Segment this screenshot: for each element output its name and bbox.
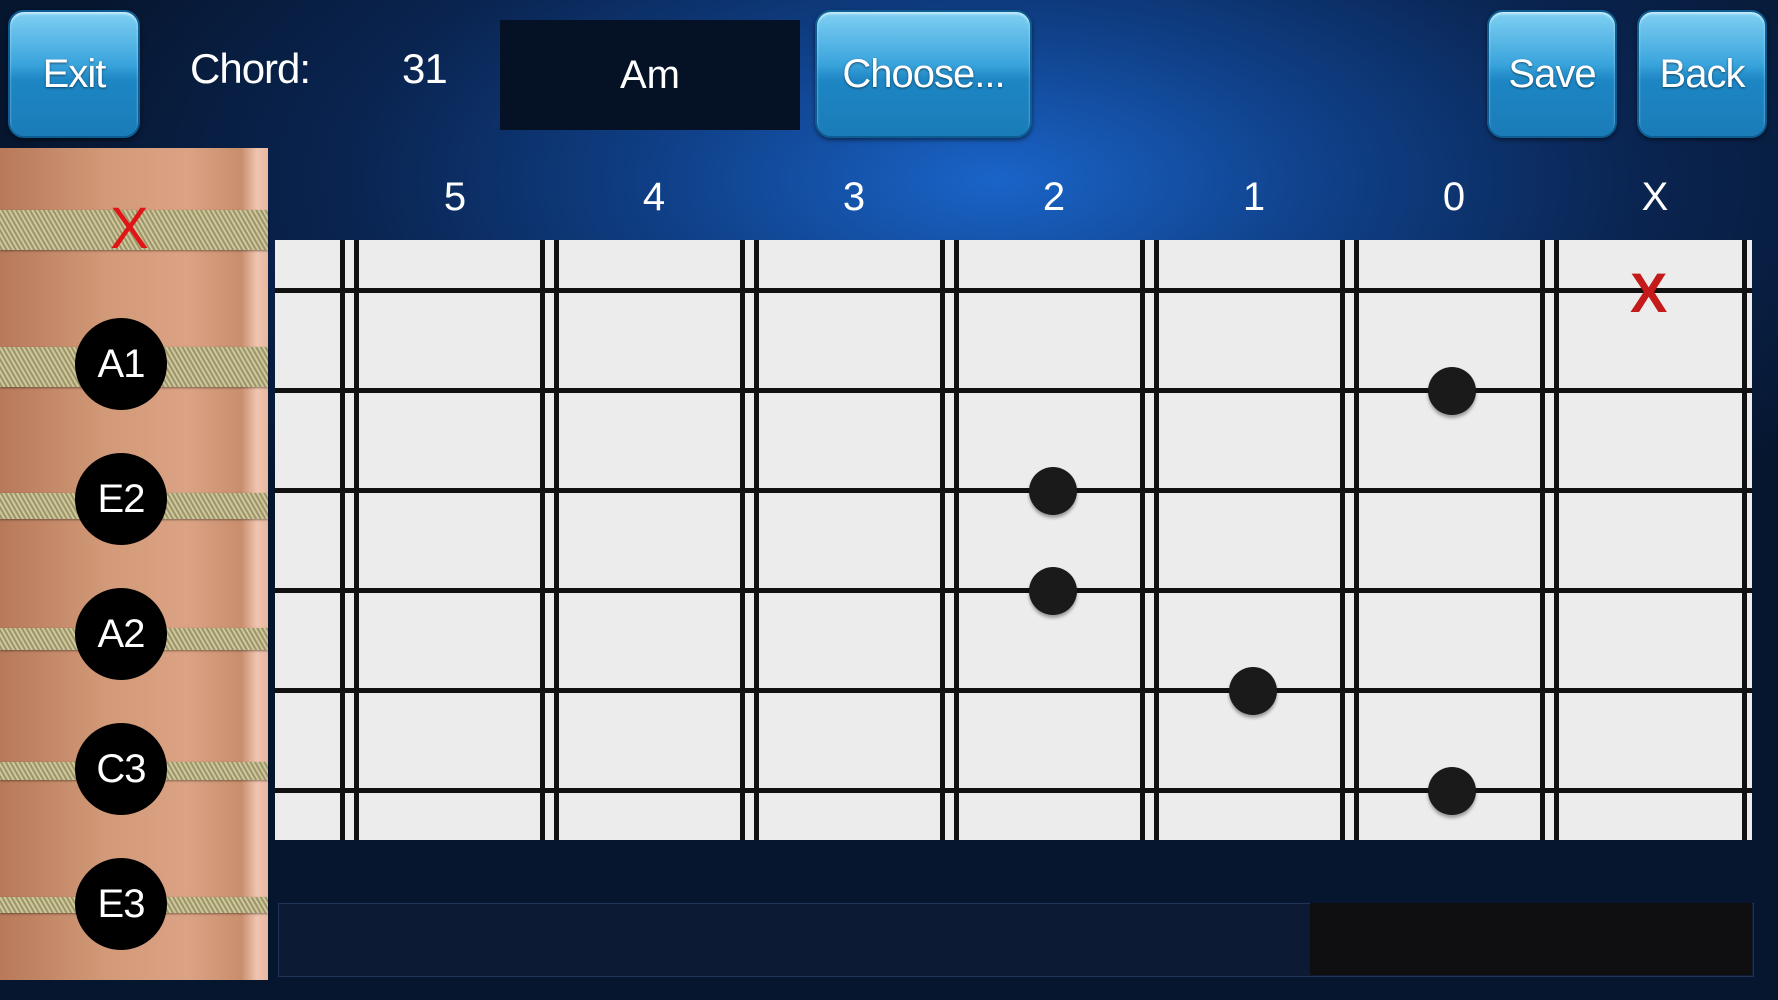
chord-name: Am bbox=[620, 52, 680, 97]
fret-number-5: 5 bbox=[443, 175, 467, 219]
save-button[interactable]: Save bbox=[1487, 10, 1617, 138]
note-e2[interactable]: E2 bbox=[75, 453, 167, 545]
fret-number-0: 0 bbox=[1442, 175, 1466, 219]
chord-name-display: Am bbox=[500, 20, 800, 130]
finger-dot[interactable] bbox=[1029, 567, 1077, 615]
fret-line bbox=[340, 240, 345, 840]
fret-line bbox=[1742, 240, 1747, 840]
board-string-6 bbox=[275, 788, 1752, 793]
finger-dot[interactable] bbox=[1428, 367, 1476, 415]
fret-line bbox=[1554, 240, 1559, 840]
board-string-1 bbox=[275, 288, 1752, 293]
choose-button[interactable]: Choose... bbox=[815, 10, 1032, 138]
note-a2[interactable]: A2 bbox=[75, 588, 167, 680]
note-a1[interactable]: A1 bbox=[75, 318, 167, 410]
board-string-5 bbox=[275, 688, 1752, 693]
chord-label: Chord: bbox=[190, 45, 311, 92]
fret-line bbox=[1154, 240, 1159, 840]
note-e3[interactable]: E3 bbox=[75, 858, 167, 950]
fret-line bbox=[954, 240, 959, 840]
fretboard[interactable]: X bbox=[275, 240, 1752, 840]
fret-number-1: 1 bbox=[1242, 175, 1266, 219]
fret-line bbox=[940, 240, 945, 840]
fret-line bbox=[1340, 240, 1345, 840]
bottom-panel-dark-segment bbox=[1310, 903, 1752, 975]
fret-line bbox=[1140, 240, 1145, 840]
muted-string-x[interactable]: X bbox=[1630, 265, 1667, 321]
fret-line bbox=[554, 240, 559, 840]
fret-line bbox=[1354, 240, 1359, 840]
board-string-3 bbox=[275, 488, 1752, 493]
fret-line bbox=[1540, 240, 1545, 840]
fret-number-4: 4 bbox=[642, 175, 666, 219]
guitar-neck bbox=[0, 148, 268, 980]
fret-line bbox=[540, 240, 545, 840]
finger-dot[interactable] bbox=[1428, 767, 1476, 815]
finger-dot[interactable] bbox=[1029, 467, 1077, 515]
fret-number-2: 2 bbox=[1042, 175, 1066, 219]
exit-button[interactable]: Exit bbox=[8, 10, 140, 138]
fret-number-x: X bbox=[1641, 175, 1669, 219]
fret-line bbox=[740, 240, 745, 840]
board-string-2 bbox=[275, 388, 1752, 393]
chord-number: 31 bbox=[402, 45, 448, 92]
muted-string-mark: X bbox=[110, 196, 149, 261]
fret-number-3: 3 bbox=[842, 175, 866, 219]
board-string-4 bbox=[275, 588, 1752, 593]
fret-line bbox=[754, 240, 759, 840]
note-c3[interactable]: C3 bbox=[75, 723, 167, 815]
fret-line bbox=[354, 240, 359, 840]
back-button[interactable]: Back bbox=[1637, 10, 1767, 138]
finger-dot[interactable] bbox=[1229, 667, 1277, 715]
